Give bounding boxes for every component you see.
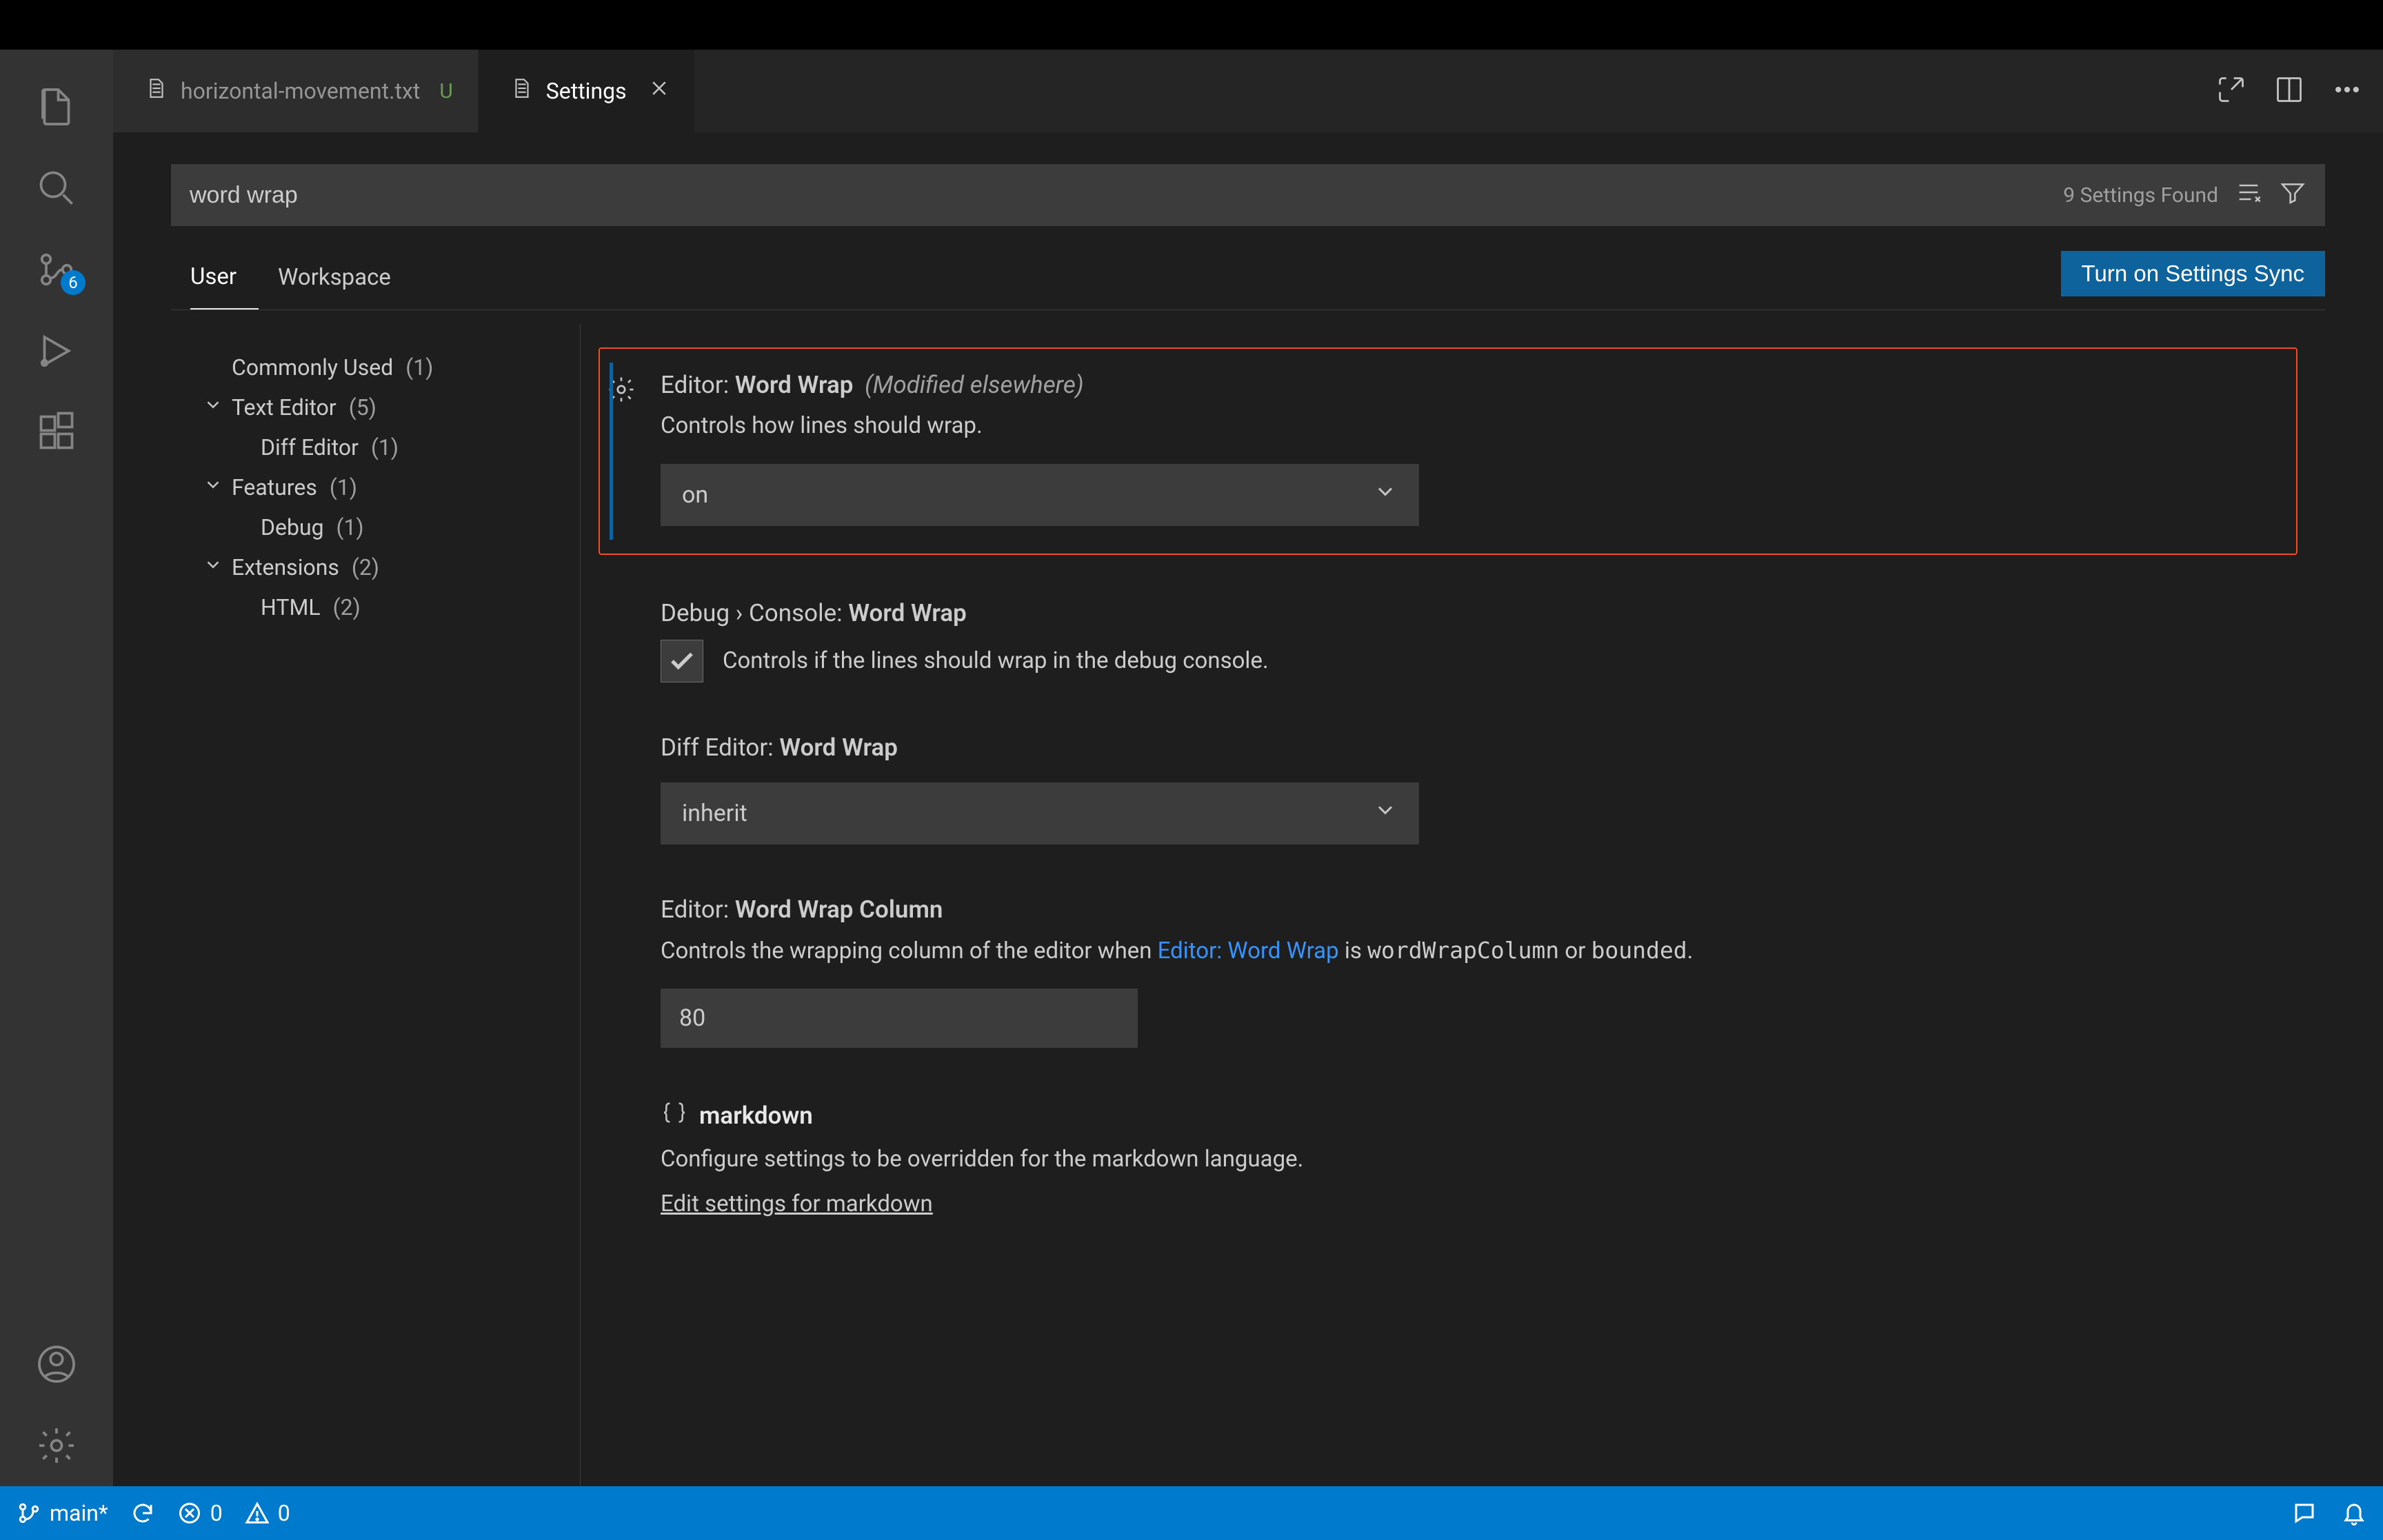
chevron-down-icon: [203, 474, 223, 500]
modified-indicator: (Modified elsewhere): [865, 371, 1084, 399]
tab-file-status: U: [439, 79, 452, 103]
filter-icon[interactable]: [2279, 179, 2306, 212]
search-icon[interactable]: [0, 148, 113, 229]
split-editor-icon[interactable]: [2274, 74, 2304, 108]
explorer-icon[interactable]: [0, 66, 113, 148]
setting-description: Controls the wrapping column of the edit…: [661, 933, 2284, 969]
setting-editor-word-wrap: Editor: Word Wrap (Modified elsewhere) C…: [599, 347, 2297, 555]
chevron-down-icon: [203, 554, 223, 580]
tab-settings-label: Settings: [546, 78, 627, 104]
dropdown-value: inherit: [682, 800, 747, 827]
status-feedback-icon[interactable]: [2292, 1501, 2317, 1526]
settings-file-icon: [510, 77, 534, 105]
edit-markdown-settings-link[interactable]: Edit settings for markdown: [661, 1191, 933, 1217]
status-errors[interactable]: 0: [177, 1500, 223, 1526]
toc-features[interactable]: Features (1): [171, 467, 580, 507]
manage-gear-icon[interactable]: [0, 1405, 113, 1486]
clear-search-icon[interactable]: [2235, 179, 2262, 212]
settings-search[interactable]: 9 Settings Found: [171, 164, 2325, 226]
source-control-icon[interactable]: 6: [0, 229, 113, 310]
setting-markdown-language: markdown Configure settings to be overri…: [581, 1075, 2325, 1245]
status-branch[interactable]: main*: [17, 1500, 108, 1526]
braces-icon: [661, 1099, 688, 1133]
setting-word-wrap-column: Editor: Word Wrap Column Controls the wr…: [581, 872, 2325, 1076]
more-actions-icon[interactable]: [2332, 74, 2362, 108]
setting-link[interactable]: Editor: Word Wrap: [1158, 938, 1339, 964]
scm-badge: 6: [61, 270, 86, 295]
word-wrap-dropdown[interactable]: on: [661, 464, 1419, 526]
file-icon: [145, 77, 168, 105]
close-icon[interactable]: [649, 78, 670, 104]
debug-console-wrap-checkbox[interactable]: [661, 640, 703, 682]
settings-search-input[interactable]: [190, 182, 2063, 209]
chevron-down-icon: [203, 394, 223, 421]
status-bell-icon[interactable]: [2342, 1501, 2366, 1526]
title-bar: [0, 0, 2383, 50]
editor-tabs: horizontal-movement.txt U Settings: [113, 50, 2383, 132]
setting-description: Controls if the lines should wrap in the…: [723, 644, 1269, 678]
chevron-down-icon: [1373, 798, 1398, 829]
scope-workspace[interactable]: Workspace: [278, 250, 413, 309]
status-sync[interactable]: [130, 1501, 155, 1526]
toc-debug[interactable]: Debug (1): [171, 507, 580, 547]
input-value: 80: [679, 1004, 705, 1032]
status-warnings[interactable]: 0: [245, 1500, 290, 1526]
status-bar: main* 0 0: [0, 1486, 2383, 1540]
settings-scope-tabs: User Workspace Turn on Settings Sync: [171, 250, 2325, 310]
toc-text-editor[interactable]: Text Editor (5): [171, 387, 580, 427]
extensions-icon[interactable]: [0, 392, 113, 473]
activity-bar: 6: [0, 50, 113, 1486]
setting-debug-console-word-wrap: Debug › Console: Word Wrap Controls if t…: [581, 576, 2325, 710]
setting-description: Configure settings to be overridden for …: [661, 1142, 2284, 1177]
tab-file-name: horizontal-movement.txt: [181, 78, 420, 104]
dropdown-value: on: [682, 481, 708, 509]
chevron-down-icon: [1373, 479, 1398, 510]
scope-user[interactable]: User: [190, 250, 259, 310]
run-debug-icon[interactable]: [0, 310, 113, 392]
toc-html[interactable]: HTML (2): [171, 587, 580, 627]
accounts-icon[interactable]: [0, 1324, 113, 1405]
diff-word-wrap-dropdown[interactable]: inherit: [661, 782, 1419, 844]
setting-diff-editor-word-wrap: Diff Editor: Word Wrap inherit: [581, 710, 2325, 872]
tab-settings[interactable]: Settings: [479, 50, 695, 132]
settings-found-count: 9 Settings Found: [2063, 183, 2218, 207]
setting-description: Controls how lines should wrap.: [661, 409, 2255, 443]
settings-toc: Commonly Used (1) Text Editor (5) Diff E…: [171, 324, 581, 1486]
tab-file[interactable]: horizontal-movement.txt U: [113, 50, 479, 132]
open-settings-json-icon[interactable]: [2216, 74, 2246, 108]
toc-diff-editor[interactable]: Diff Editor (1): [171, 427, 580, 467]
settings-list: Editor: Word Wrap (Modified elsewhere) C…: [581, 324, 2325, 1486]
toc-extensions[interactable]: Extensions (2): [171, 547, 580, 587]
settings-sync-button[interactable]: Turn on Settings Sync: [2061, 251, 2325, 296]
word-wrap-column-input[interactable]: 80: [661, 989, 1138, 1048]
toc-commonly-used[interactable]: Commonly Used (1): [171, 347, 580, 387]
